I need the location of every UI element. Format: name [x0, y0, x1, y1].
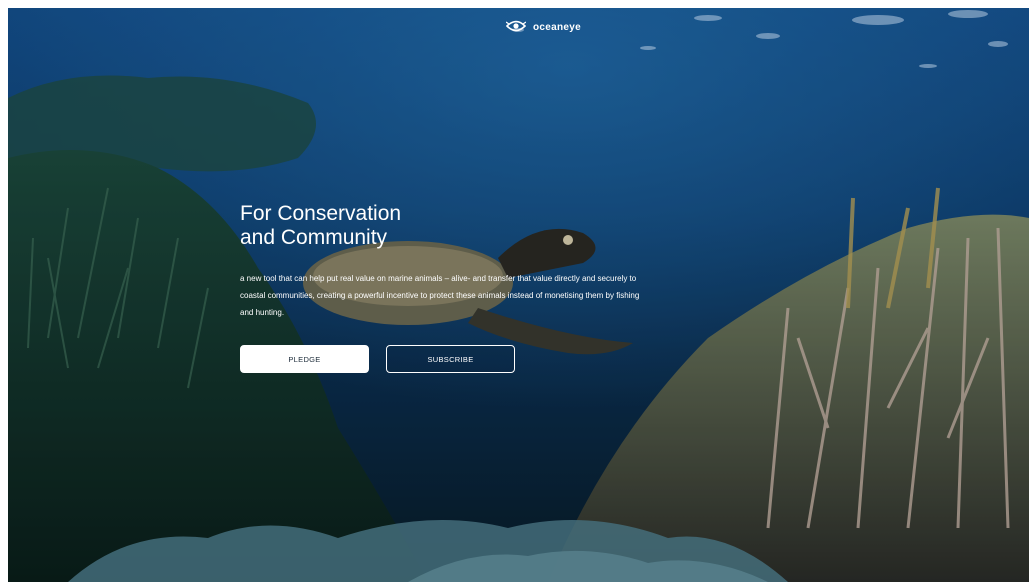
eye-icon: [505, 20, 527, 35]
hero-title: For Conservation and Community: [240, 202, 460, 250]
pledge-button[interactable]: PLEDGE: [240, 345, 369, 373]
hero-title-line2: and Community: [240, 226, 388, 249]
subscribe-button[interactable]: SUBSCRIBE: [386, 345, 515, 373]
hero-actions: PLEDGE SUBSCRIBE: [240, 345, 640, 373]
brand-logo[interactable]: oceaneye: [505, 20, 581, 35]
hero-section: oceaneye For Conservation and Community …: [8, 8, 1029, 582]
top-bar: oceaneye: [8, 20, 1029, 35]
brand-name: oceaneye: [533, 22, 581, 33]
hero-title-line1: For Conservation: [240, 202, 402, 225]
hero-description: a new tool that can help put real value …: [240, 274, 640, 317]
hero-content: For Conservation and Community a new too…: [240, 202, 640, 373]
